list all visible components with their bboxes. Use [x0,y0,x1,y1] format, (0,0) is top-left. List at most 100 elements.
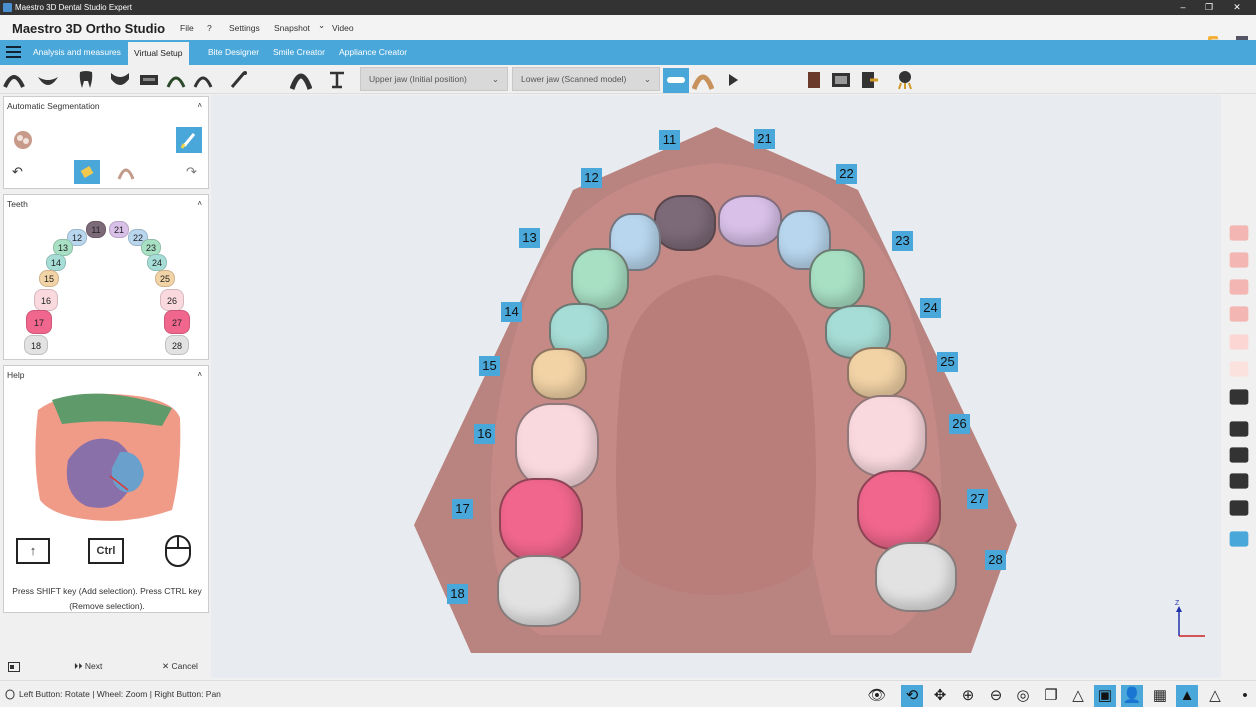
hamburger-menu-icon[interactable] [6,46,21,59]
tooth-model-16[interactable] [515,403,599,489]
aligner-toggle-button[interactable] [663,68,689,93]
base-block-icon[interactable] [1229,500,1249,516]
tooth-model-11[interactable] [654,195,716,251]
tooth-model-18[interactable] [497,555,581,627]
tooth-model-23[interactable] [809,249,865,309]
tooth-label-22[interactable]: 22 [836,164,857,184]
horseshoe-icon[interactable] [290,69,312,91]
segment-pen-button[interactable] [176,127,202,153]
tooth-chip-26[interactable]: 26 [160,289,184,311]
section-tool-icon[interactable] [1229,389,1249,405]
play-icon[interactable] [722,69,744,91]
measure-tool-icon[interactable] [326,69,348,91]
bite-view-icon[interactable] [1229,306,1249,322]
single-tooth-view-icon[interactable] [1229,334,1249,350]
tooth-label-16[interactable]: 16 [474,424,495,444]
upper-teeth-view-icon[interactable] [1229,225,1249,241]
grid-view-icon[interactable] [1229,531,1249,547]
menu-help[interactable]: ? [207,23,212,33]
aligner-shell-icon[interactable] [1229,473,1249,489]
image-view-icon[interactable]: ▣ [1094,685,1116,707]
3d-viewport[interactable]: 11 21 12 22 13 23 14 24 15 25 16 26 17 27 18 28 Z [211,95,1221,678]
eraser-button[interactable] [74,160,100,184]
tooth-model-27[interactable] [857,470,941,550]
tooth-label-15[interactable]: 15 [479,356,500,376]
tab-virtual-setup[interactable]: Virtual Setup [128,42,189,65]
teeth-collapse-icon[interactable]: ˄ [197,199,202,208]
tooth-label-23[interactable]: 23 [892,231,913,251]
minimize-button[interactable]: – [1176,2,1190,13]
outline-triangle-icon[interactable]: △ [1204,685,1226,707]
menu-settings[interactable]: Settings [229,23,260,33]
visibility-eye-icon[interactable]: 👁 [866,685,888,707]
tab-appliance-creator[interactable]: Appliance Creator [333,40,413,65]
scan-model-icon[interactable] [12,129,34,151]
tooth-model-26[interactable] [847,395,927,477]
upper-jaw-select[interactable]: Upper jaw (Initial position) ⌄ [360,67,508,91]
center-view-icon[interactable]: ◎ [1012,685,1034,707]
menu-snapshot[interactable]: Snapshot [274,23,310,33]
tooth-chip-21[interactable]: 21 [109,221,129,238]
tooth-chip-16[interactable]: 16 [34,289,58,311]
lower-teeth-view-icon[interactable] [1229,252,1249,268]
tooth-model-25[interactable] [847,347,907,399]
rotate-tool-icon[interactable]: ⟲ [901,685,923,707]
grid-toggle-icon[interactable]: ▦ [1149,685,1171,707]
tooth-label-14[interactable]: 14 [501,302,522,322]
tooth-label-11[interactable]: 11 [659,130,680,150]
tooth-label-24[interactable]: 24 [920,298,941,318]
tooth-label-12[interactable]: 12 [581,168,602,188]
brush-icon[interactable] [228,69,250,91]
report-icon[interactable] [803,69,825,91]
tooth-chip-15[interactable]: 15 [39,270,59,287]
arch-curve-icon[interactable] [192,69,214,91]
tooth-label-18[interactable]: 18 [447,584,468,604]
zoom-out-icon[interactable]: ⊖ [985,685,1007,707]
tooth-chip-27[interactable]: 27 [164,310,190,334]
tooth-chip-11[interactable]: 11 [86,221,106,238]
redo-icon[interactable]: ↷ [186,164,197,180]
tooth-label-27[interactable]: 27 [967,489,988,509]
dot-icon[interactable]: • [1234,685,1256,707]
triangle-mesh-icon[interactable]: △ [1067,685,1089,707]
tooth-model-17[interactable] [499,478,583,562]
gum-arch-icon[interactable] [692,69,714,91]
maximize-button[interactable]: ❐ [1202,2,1216,13]
jaw-block-icon[interactable] [109,69,131,91]
export-icon[interactable] [858,69,880,91]
tab-analysis-and-measures[interactable]: Analysis and measures [27,40,127,65]
segmentation-collapse-icon[interactable]: ˄ [197,101,202,110]
panel-toggle-icon[interactable] [8,662,20,672]
tooth-model-28[interactable] [875,542,957,612]
tab-bite-designer[interactable]: Bite Designer [202,40,265,65]
tooth-model-15[interactable] [531,348,587,400]
upper-arch-icon[interactable] [3,69,25,91]
tooth-chip-18[interactable]: 18 [24,335,48,355]
occlusion-view-icon[interactable] [1229,279,1249,295]
zoom-in-icon[interactable]: ⊕ [957,685,979,707]
menu-video[interactable]: Video [332,23,354,33]
tooth-chip-14[interactable]: 14 [46,254,66,271]
model-base-icon[interactable] [138,69,160,91]
film-icon[interactable] [830,69,852,91]
tooth-chip-17[interactable]: 17 [26,310,52,334]
tooth-label-13[interactable]: 13 [519,228,540,248]
gum-view-icon[interactable] [1229,361,1249,377]
undo-icon[interactable]: ↶ [12,164,23,180]
arch-line-icon[interactable] [165,69,187,91]
profile-view-icon[interactable]: 👤 [1121,685,1143,707]
tooth-label-17[interactable]: 17 [452,499,473,519]
tooth-model-13[interactable] [571,248,629,310]
help-collapse-icon[interactable]: ˄ [197,370,202,379]
next-button[interactable]: ⏵⏵ Next [74,661,102,672]
close-button[interactable]: ✕ [1230,2,1244,13]
lower-arch-icon[interactable] [37,69,59,91]
arch-mini-icon[interactable] [116,163,136,181]
tooth-label-26[interactable]: 26 [949,414,970,434]
snapshot-dropdown-icon[interactable]: ⌄ [318,20,325,31]
tooth-label-25[interactable]: 25 [937,352,958,372]
lower-jaw-select[interactable]: Lower jaw (Scanned model) ⌄ [512,67,660,91]
tooth-model-21[interactable] [718,195,782,247]
crown-icon[interactable] [1229,447,1249,463]
tooth-chip-28[interactable]: 28 [165,335,189,355]
